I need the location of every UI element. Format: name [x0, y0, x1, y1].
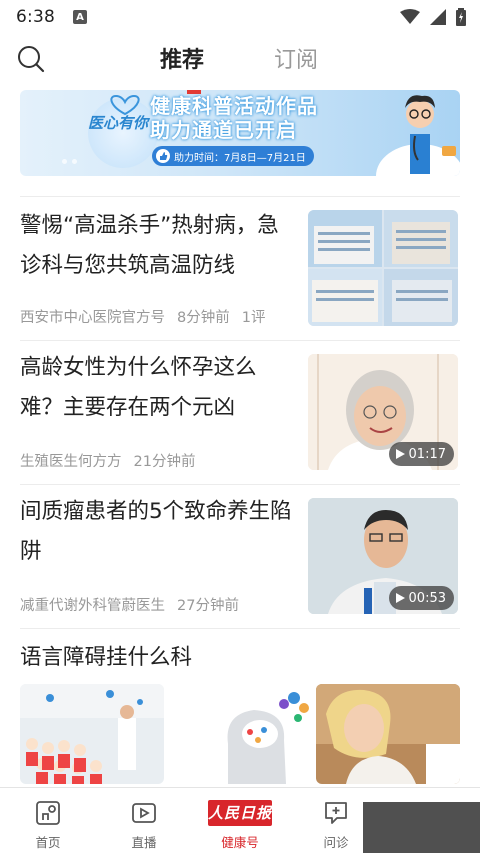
notification-icon: A [72, 10, 87, 24]
banner-time-label: 助力时间：7月8日—7月21日 [174, 152, 306, 164]
video-thumbnail: 01:17 [308, 354, 458, 470]
play-icon [395, 449, 405, 459]
search-icon [18, 46, 45, 73]
article-source: 生殖医生何方方 [20, 454, 122, 470]
top-header: 推荐 订阅 [0, 34, 480, 82]
status-time: 6:38 [16, 7, 55, 27]
play-icon [395, 593, 405, 603]
status-bar: 6:38 A [0, 0, 480, 34]
thumbs-up-icon [156, 149, 170, 163]
live-icon [132, 803, 156, 823]
article-title[interactable]: 语言障碍挂什么科 [20, 640, 192, 671]
video-thumbnail: 00:53 [308, 498, 458, 614]
article-item[interactable]: 高龄女性为什么怀孕这么难？主要存在两个元凶 生殖医生何方方 21分钟前 01:17 [0, 342, 480, 484]
consult-icon [325, 802, 347, 824]
signal-icon [430, 9, 446, 25]
divider [20, 340, 460, 341]
overlay-block [363, 802, 480, 853]
article-image [20, 684, 164, 784]
article-time: 27分钟前 [177, 598, 239, 614]
banner-time-pill: 助力时间：7月8日—7月21日 [152, 146, 314, 166]
battery-icon [456, 8, 466, 26]
banner-pager [62, 159, 77, 164]
article-image [316, 684, 460, 784]
divider [20, 628, 460, 629]
search-button[interactable] [16, 44, 46, 74]
video-duration: 01:17 [408, 446, 446, 462]
article-time: 8分钟前 [177, 310, 230, 326]
nav-label: 首页 [35, 835, 61, 850]
article-time: 21分钟前 [133, 454, 196, 470]
nav-label: 直播 [131, 835, 157, 850]
article-source: 减重代谢外科管蔚医生 [20, 598, 165, 614]
wifi-icon [400, 9, 420, 24]
article-source: 西安市中心医院官方号 [20, 310, 165, 326]
doctor-illustration [376, 95, 460, 176]
nav-health[interactable]: 人民日报 健康号 [200, 788, 280, 853]
status-icons [400, 8, 466, 26]
nav-home[interactable]: 首页 [8, 788, 88, 853]
divider [20, 484, 460, 485]
article-comments: 1评 [241, 310, 266, 326]
article-item[interactable]: 间质瘤患者的5个致命养生陷阱 减重代谢外科管蔚医生 27分钟前 00:53 [0, 486, 480, 626]
article-meta: 西安市中心医院官方号 8分钟前 1评 [20, 306, 277, 327]
brand-logo: 人民日报 [208, 800, 272, 826]
banner-logo-text: 医心有你 [88, 114, 149, 132]
tab-recommend[interactable]: 推荐 [160, 42, 204, 74]
article-title: 高龄女性为什么怀孕这么难？主要存在两个元凶 [20, 355, 257, 420]
bottom-nav: 首页 直播 人民日报 健康号 问诊 [0, 787, 480, 853]
article-image [168, 684, 312, 784]
article-meta: 生殖医生何方方 21分钟前 [20, 450, 207, 471]
article-title: 警惕“高温杀手”热射病，急诊科与您共筑高温防线 [20, 213, 279, 278]
nav-label: 健康号 [221, 835, 259, 850]
home-icon [36, 801, 60, 825]
video-duration: 00:53 [408, 590, 446, 606]
article-title: 间质瘤患者的5个致命养生陷阱 [20, 499, 292, 564]
article-thumbnail [308, 210, 458, 326]
tab-subscribe[interactable]: 订阅 [274, 42, 318, 74]
video-duration-badge: 00:53 [388, 586, 454, 610]
video-duration-badge: 01:17 [388, 442, 454, 466]
divider [20, 196, 460, 197]
article-item[interactable]: 警惕“高温杀手”热射病，急诊科与您共筑高温防线 西安市中心医院官方号 8分钟前 1评 [0, 198, 480, 338]
article-meta: 减重代谢外科管蔚医生 27分钟前 [20, 594, 251, 615]
banner-title-line2: 助力通道已开启 [150, 118, 297, 142]
promo-banner[interactable]: 医心有你 健康科普活动作品 助力通道已开启 助力时间：7月8日—7月21日 [20, 90, 460, 176]
article-image-row[interactable] [20, 684, 460, 784]
nav-live[interactable]: 直播 [104, 788, 184, 853]
